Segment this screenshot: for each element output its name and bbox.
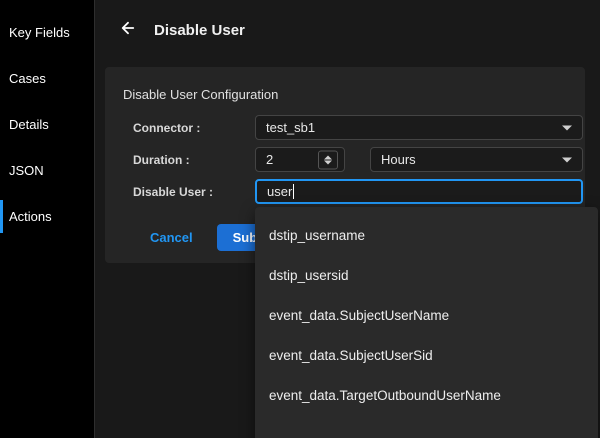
disable-user-label: Disable User : (133, 185, 255, 199)
sidebar-item-key-fields[interactable]: Key Fields (0, 14, 94, 51)
autocomplete-option[interactable]: event_data.SubjectUserName (255, 295, 598, 335)
arrow-left-icon (119, 19, 137, 42)
autocomplete-option[interactable]: dstip_usersid (255, 255, 598, 295)
page-header: Disable User (96, 0, 600, 40)
sidebar-item-details[interactable]: Details (0, 106, 94, 143)
autocomplete-option[interactable]: event_data.TargetOutboundUserName (255, 375, 598, 415)
text-cursor (293, 184, 294, 199)
connector-selected-value: test_sb1 (266, 120, 315, 135)
autocomplete-dropdown: dstip_username dstip_usersid event_data.… (255, 207, 598, 438)
cancel-button[interactable]: Cancel (150, 230, 193, 245)
card-title: Disable User Configuration (105, 67, 585, 102)
autocomplete-option[interactable]: dstip_username (255, 215, 598, 255)
sidebar-item-json[interactable]: JSON (0, 152, 94, 189)
back-button[interactable] (118, 20, 138, 40)
connector-select[interactable]: test_sb1 (255, 115, 583, 140)
disable-user-input[interactable]: user (255, 179, 583, 204)
sidebar: Key Fields Cases Details JSON Actions (0, 0, 95, 438)
disable-user-value: user (267, 184, 292, 199)
duration-label: Duration : (133, 153, 255, 167)
duration-stepper[interactable] (318, 150, 338, 169)
duration-input[interactable]: 2 (255, 147, 345, 172)
main-content: Disable User Disable User Configuration … (96, 0, 600, 438)
autocomplete-option[interactable]: event_data.SubjectUserSid (255, 335, 598, 375)
connector-row: Connector : test_sb1 (133, 115, 585, 140)
sidebar-item-actions[interactable]: Actions (0, 198, 94, 235)
duration-unit-select[interactable]: Hours (370, 147, 583, 172)
chevron-down-icon (562, 157, 572, 162)
chevron-down-icon (562, 125, 572, 130)
page-title: Disable User (154, 22, 245, 39)
connector-label: Connector : (133, 121, 255, 135)
chevron-down-icon (324, 160, 332, 164)
sidebar-item-cases[interactable]: Cases (0, 60, 94, 97)
disable-user-row: Disable User : user (133, 179, 585, 204)
chevron-up-icon (324, 155, 332, 159)
duration-value: 2 (266, 152, 273, 167)
duration-unit-value: Hours (381, 152, 416, 167)
duration-row: Duration : 2 Hours (133, 147, 585, 172)
